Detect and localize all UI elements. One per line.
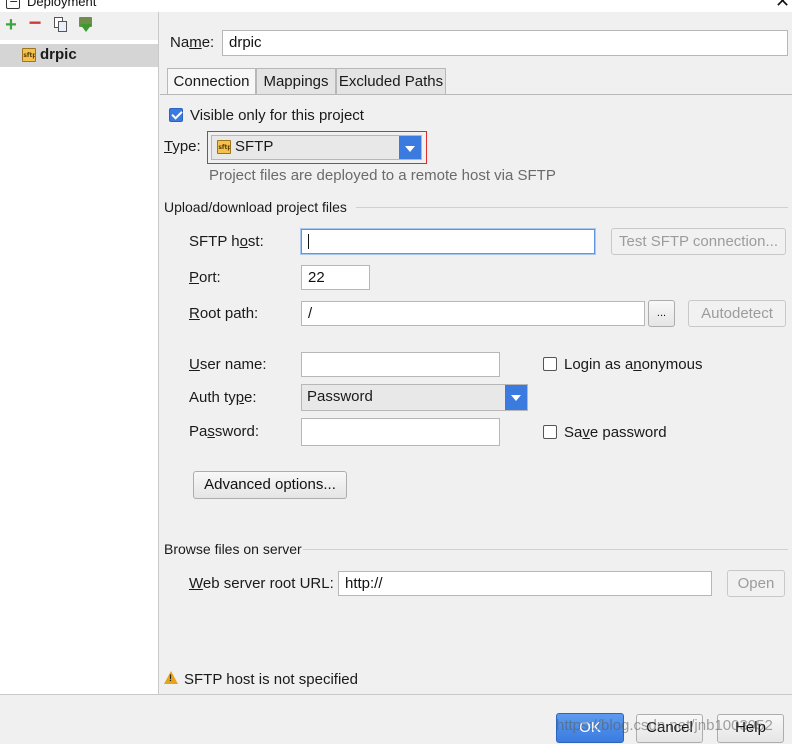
set-default-icon[interactable]: [77, 16, 95, 34]
upload-section-divider: [356, 207, 788, 208]
upload-section-title: Upload/download project files: [164, 199, 347, 215]
user-name-label: User name:: [189, 356, 267, 373]
browse-section-title: Browse files on server: [164, 541, 302, 557]
ok-button[interactable]: OK: [556, 713, 624, 743]
copy-icon[interactable]: [51, 16, 69, 34]
open-button[interactable]: Open: [727, 570, 785, 597]
tab-underline: [160, 94, 792, 95]
root-path-label: Root path:: [189, 305, 259, 322]
add-icon[interactable]: +: [2, 15, 20, 35]
title-bar: Deployment ✕: [0, 0, 792, 12]
type-description: Project files are deployed to a remote h…: [209, 167, 556, 184]
save-password-checkbox[interactable]: [543, 425, 557, 439]
server-name: drpic: [40, 46, 77, 63]
help-button[interactable]: Help: [717, 714, 784, 743]
password-input[interactable]: [301, 418, 500, 446]
type-label: Type:: [164, 138, 201, 155]
chevron-down-icon: [399, 136, 421, 159]
name-label: Name:: [170, 34, 215, 51]
visible-only-label: Visible only for this project: [190, 107, 364, 124]
anonymous-label: Login as anonymous: [564, 356, 703, 373]
autodetect-button[interactable]: Autodetect: [688, 300, 786, 327]
server-list-item[interactable]: sftp drpic: [0, 44, 158, 67]
server-list-panel: [0, 12, 159, 694]
tab-mappings[interactable]: Mappings: [256, 68, 336, 94]
port-input[interactable]: 22: [301, 265, 370, 290]
sftp-icon: sftp: [22, 48, 36, 62]
auth-type-value: Password: [307, 388, 373, 405]
tab-excluded-paths[interactable]: Excluded Paths: [336, 68, 446, 94]
web-root-input[interactable]: http://: [338, 571, 712, 596]
cancel-button[interactable]: Cancel: [636, 714, 703, 743]
root-path-input[interactable]: /: [301, 301, 645, 326]
sftp-host-input[interactable]: [301, 229, 595, 254]
anonymous-checkbox[interactable]: [543, 357, 557, 371]
chevron-down-icon: [505, 385, 527, 410]
web-root-label: Web server root URL:: [189, 575, 334, 592]
type-value: SFTP: [235, 138, 274, 155]
auth-type-dropdown[interactable]: Password: [301, 384, 528, 411]
visible-only-checkbox[interactable]: [169, 108, 183, 122]
sftp-icon: sftp: [217, 140, 231, 154]
window-title: Deployment: [27, 0, 97, 9]
user-name-input[interactable]: [301, 352, 500, 377]
name-input[interactable]: drpic: [222, 30, 788, 56]
port-label: Port:: [189, 269, 221, 286]
browse-root-path-button[interactable]: ...: [648, 300, 675, 327]
status-message: SFTP host is not specified: [184, 671, 358, 688]
password-label: Password:: [189, 423, 260, 440]
sftp-host-label: SFTP host:: [189, 233, 264, 250]
browse-section-divider: [303, 549, 788, 550]
test-connection-button[interactable]: Test SFTP connection...: [611, 228, 786, 255]
text-cursor: [308, 234, 309, 249]
footer-divider: [0, 694, 792, 695]
advanced-options-button[interactable]: Advanced options...: [193, 471, 347, 499]
type-dropdown[interactable]: sftp SFTP: [211, 135, 422, 160]
close-icon[interactable]: ✕: [775, 0, 790, 10]
auth-type-label: Auth type:: [189, 389, 257, 406]
warning-icon: [164, 671, 178, 684]
app-icon: [6, 0, 20, 9]
tab-connection[interactable]: Connection: [167, 68, 256, 95]
remove-icon[interactable]: −: [26, 12, 44, 34]
save-password-label: Save password: [564, 424, 667, 441]
